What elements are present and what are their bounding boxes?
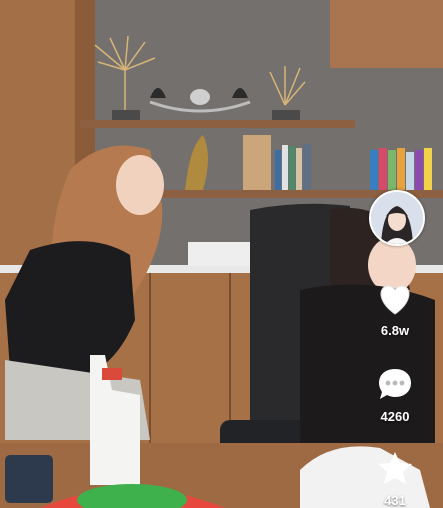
video-player[interactable]: 6.8w 4260 431 (0, 0, 443, 508)
action-rail: 6.8w 4260 431 (369, 0, 437, 508)
video-frame (0, 0, 443, 508)
favorite-count: 431 (384, 493, 406, 508)
like-count: 6.8w (380, 323, 410, 338)
heart-icon (360, 282, 430, 321)
creator-avatar[interactable] (369, 190, 425, 246)
top-shelf (80, 120, 355, 128)
comment-bubble-icon (360, 366, 430, 407)
comment-count: 4260 (380, 409, 410, 424)
comment-button[interactable]: 4260 (360, 366, 430, 424)
like-button[interactable]: 6.8w (360, 282, 430, 338)
phone-on-table (5, 455, 53, 503)
star-icon (360, 450, 430, 491)
avatar-image (371, 192, 423, 244)
favorite-button[interactable]: 431 (360, 450, 430, 508)
paper-stack (188, 242, 258, 266)
